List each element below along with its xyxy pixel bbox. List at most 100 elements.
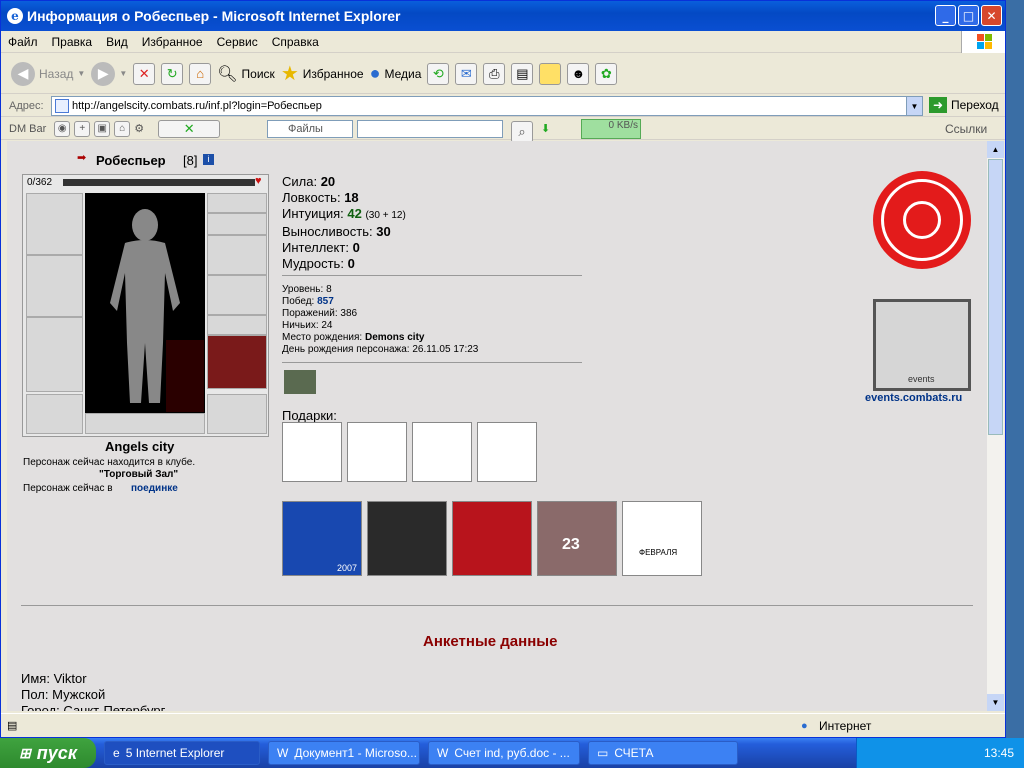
go-label: Переход <box>951 98 999 112</box>
menu-help[interactable]: Справка <box>265 35 326 49</box>
clan-icon[interactable] <box>284 370 316 394</box>
history-icon[interactable]: ⟲ <box>427 62 450 85</box>
messenger-icon[interactable]: ☻ <box>567 62 590 85</box>
forward-button[interactable]: ▶ ▼ <box>91 61 127 86</box>
stop-icon[interactable]: ✕ <box>133 62 156 85</box>
info-row: Побед: 857 <box>282 296 334 307</box>
minimize-button[interactable]: _ <box>935 5 956 26</box>
back-button[interactable]: ◀ Назад ▼ <box>11 61 85 86</box>
info-row: Место рождения: Demons city <box>282 332 425 343</box>
ring-slots[interactable] <box>207 193 267 213</box>
owl-image[interactable] <box>166 340 204 412</box>
lion-emblem[interactable] <box>873 171 971 269</box>
task-ie[interactable]: e5 Internet Explorer <box>104 741 260 765</box>
dm-windows-icon[interactable]: ▣ <box>94 120 111 137</box>
title-bar[interactable]: e Информация о Робеспьер - Microsoft Int… <box>1 1 1005 31</box>
note-icon[interactable] <box>539 62 562 85</box>
media-button[interactable]: ● Медиа <box>370 63 422 84</box>
info-row: Поражений: 386 <box>282 308 358 319</box>
armor-slot[interactable] <box>26 317 83 392</box>
card-23[interactable]: 23 <box>537 501 617 576</box>
belt-slot[interactable] <box>26 394 83 434</box>
stat-value: 0 <box>352 240 360 255</box>
dm-settings-icon[interactable]: ⚙ <box>134 122 144 135</box>
card-tree[interactable]: 2007 <box>282 501 362 576</box>
helmet-slot[interactable] <box>26 193 83 255</box>
fight-link[interactable]: поединке <box>131 483 178 494</box>
address-input[interactable]: http://angelscity.combats.ru/inf.pl?logi… <box>51 96 923 116</box>
start-button[interactable]: ⊞ пуск <box>0 738 96 768</box>
dm-speed-meter: 0 KB/s <box>581 119 641 139</box>
scroll-down-icon[interactable]: ▼ <box>987 694 1004 711</box>
go-button[interactable]: ➜ Переход <box>929 97 999 113</box>
card-soldier[interactable] <box>367 501 447 576</box>
home-icon[interactable]: ⌂ <box>189 62 212 85</box>
folder-icon: ▭ <box>597 746 609 760</box>
clock[interactable]: 13:45 <box>984 746 1014 760</box>
menu-tools[interactable]: Сервис <box>210 35 265 49</box>
maximize-button[interactable]: □ <box>958 5 979 26</box>
card-heart[interactable] <box>452 501 532 576</box>
dm-bar-label: DM Bar <box>9 122 47 135</box>
edit-icon[interactable]: ▤ <box>511 62 534 85</box>
gift-flag[interactable] <box>412 422 472 482</box>
menu-edit[interactable]: Правка <box>45 35 100 49</box>
windows-flag-icon <box>977 34 993 50</box>
dm-transfer-icon[interactable]: ✕ <box>158 119 221 138</box>
dm-bar: DM Bar ◉ + ▣ ⌂ ⚙ ✕ Файлы ⌕ ⬇ 0 KB/s Ссыл… <box>1 118 1005 143</box>
task-word-2[interactable]: W Счет ind, руб.doc - ... <box>428 741 580 765</box>
scroll-up-icon[interactable]: ▲ <box>987 141 1004 158</box>
shield-slot[interactable] <box>207 335 267 389</box>
events-link[interactable]: events.combats.ru <box>865 392 962 404</box>
stat-value: 30 <box>376 224 391 239</box>
info-icon[interactable]: i <box>203 154 214 165</box>
dm-add-icon[interactable]: + <box>74 120 91 137</box>
gift-crystal[interactable] <box>347 422 407 482</box>
menu-file[interactable]: Файл <box>1 35 45 49</box>
character-name[interactable]: Робеспьер <box>96 153 166 168</box>
card-february[interactable]: ФЕВРАЛЯ <box>622 501 702 576</box>
links-label[interactable]: Ссылки <box>945 122 987 136</box>
dm-globe-icon[interactable]: ◉ <box>54 120 71 137</box>
necklace-slot[interactable] <box>207 213 267 235</box>
dm-download-icon[interactable]: ⬇ <box>541 122 550 135</box>
refresh-icon[interactable]: ↻ <box>161 62 184 85</box>
search-icon: 🔍︎ <box>217 65 238 83</box>
dm-search-input[interactable] <box>357 120 503 138</box>
ring-small-slots[interactable] <box>207 315 267 335</box>
scroll-thumb[interactable] <box>988 159 1003 435</box>
divider <box>282 362 582 363</box>
chevron-down-icon[interactable]: ▼ <box>119 69 127 78</box>
chevron-down-icon[interactable]: ▼ <box>77 69 85 78</box>
bracers-slot[interactable] <box>207 235 267 275</box>
stat-row: Мудрость: 0 <box>282 256 406 272</box>
close-button[interactable]: ✕ <box>981 5 1002 26</box>
task-folder[interactable]: ▭ СЧЕТА <box>588 741 738 765</box>
mail-icon[interactable]: ✉ <box>455 62 478 85</box>
search-label: Поиск <box>241 66 275 81</box>
stat-label: Интеллект: <box>282 240 349 255</box>
dm-folder-select[interactable]: Файлы <box>267 120 353 138</box>
gift-chain[interactable] <box>282 422 342 482</box>
chevron-down-icon[interactable]: ▼ <box>906 97 922 115</box>
page-status-icon: ▤ <box>7 720 18 732</box>
menu-favorites[interactable]: Избранное <box>135 35 210 49</box>
anketa-block: Имя: Viktor Пол: Мужской Город: Санкт-Пе… <box>21 671 165 711</box>
dm-home-icon[interactable]: ⌂ <box>114 120 131 137</box>
gloves-slot[interactable] <box>207 275 267 315</box>
events-banner[interactable]: events <box>873 299 971 391</box>
back-label: Назад <box>39 66 74 81</box>
menu-view[interactable]: Вид <box>99 35 135 49</box>
vertical-scrollbar[interactable]: ▲ ▼ <box>987 141 1004 711</box>
small-item-slots[interactable] <box>85 413 205 434</box>
globe-icon: ● <box>369 63 381 83</box>
dm-search-icon[interactable]: ⌕ <box>511 121 533 143</box>
boots-slot[interactable] <box>207 394 267 434</box>
icq-icon[interactable]: ✿ <box>595 62 618 85</box>
task-word-1[interactable]: W Документ1 - Microso... <box>268 741 420 765</box>
weapon-slot[interactable] <box>26 255 83 317</box>
gift-medal[interactable] <box>477 422 537 482</box>
print-icon[interactable]: ⎙ <box>483 62 506 85</box>
search-button[interactable]: 🔍︎ Поиск <box>217 64 275 84</box>
favorites-button[interactable]: ★ Избранное <box>281 61 364 86</box>
